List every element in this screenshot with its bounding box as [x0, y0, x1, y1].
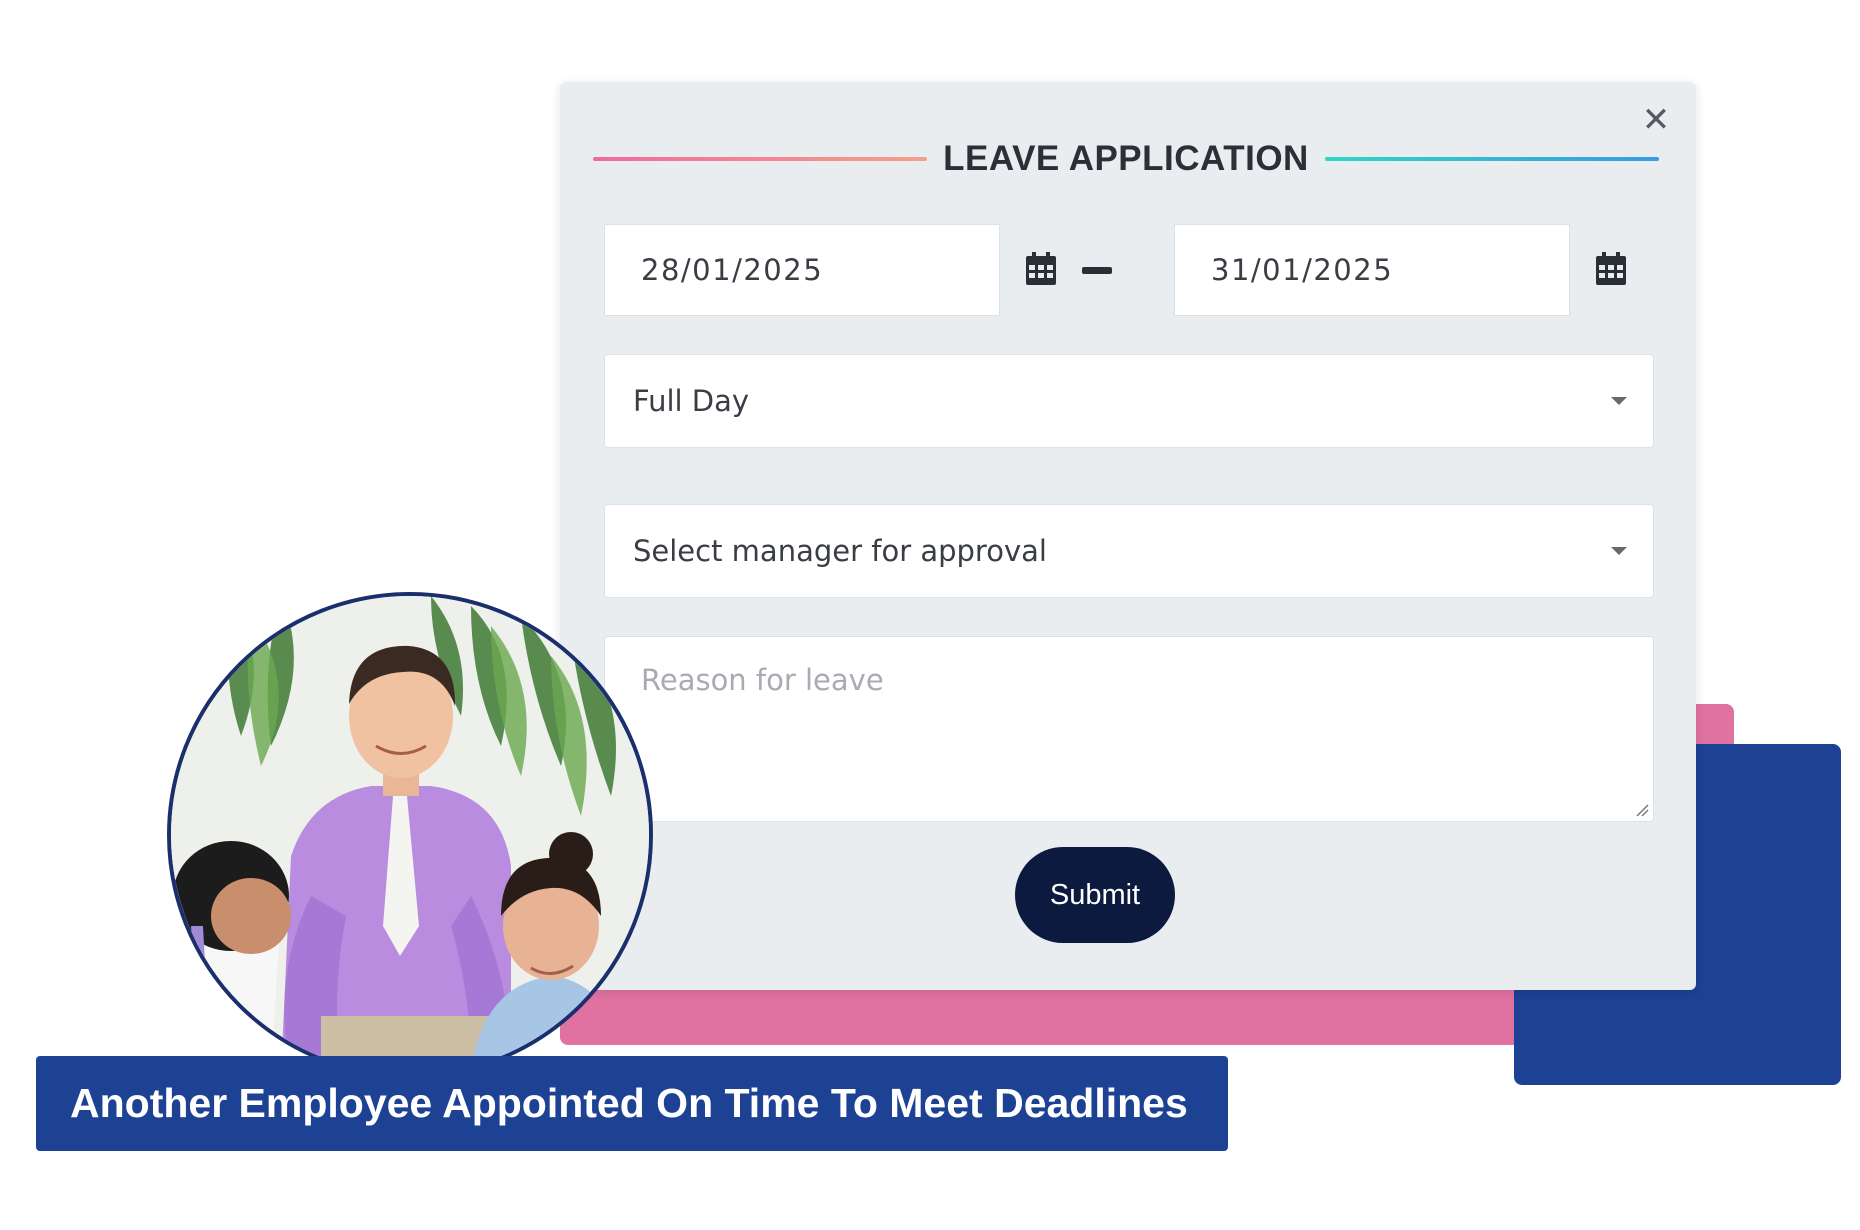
employee-photo — [167, 592, 653, 1078]
calendar-icon[interactable] — [1025, 252, 1057, 286]
manager-select-value: Select manager for approval — [633, 534, 1047, 568]
title-rule-left — [593, 157, 928, 161]
end-date-field[interactable]: 31/01/2025 — [1174, 224, 1570, 316]
leave-type-value: Full Day — [633, 384, 750, 418]
start-date-field[interactable]: 28/01/2025 — [604, 224, 1000, 316]
reason-textarea[interactable]: Reason for leave — [604, 636, 1654, 822]
submit-button[interactable]: Submit — [1015, 847, 1175, 943]
reason-placeholder: Reason for leave — [641, 663, 884, 697]
leave-application-modal: ✕ LEAVE APPLICATION 28/01/2025 31/01/202… — [560, 82, 1696, 990]
title-rule-right — [1324, 157, 1659, 161]
resize-handle-icon[interactable] — [1633, 801, 1649, 817]
stage: ✕ LEAVE APPLICATION 28/01/2025 31/01/202… — [0, 0, 1860, 1230]
modal-header: LEAVE APPLICATION — [593, 134, 1659, 184]
modal-title: LEAVE APPLICATION — [943, 139, 1309, 178]
leave-type-select[interactable]: Full Day — [604, 354, 1654, 448]
chevron-down-icon — [1611, 547, 1627, 555]
calendar-icon[interactable] — [1595, 252, 1627, 286]
manager-select[interactable]: Select manager for approval — [604, 504, 1654, 598]
employee-photo-illustration — [171, 596, 649, 1074]
chevron-down-icon — [1611, 397, 1627, 405]
date-range-separator — [1082, 267, 1112, 274]
caption-banner: Another Employee Appointed On Time To Me… — [36, 1056, 1228, 1151]
close-button[interactable]: ✕ — [1638, 100, 1674, 140]
